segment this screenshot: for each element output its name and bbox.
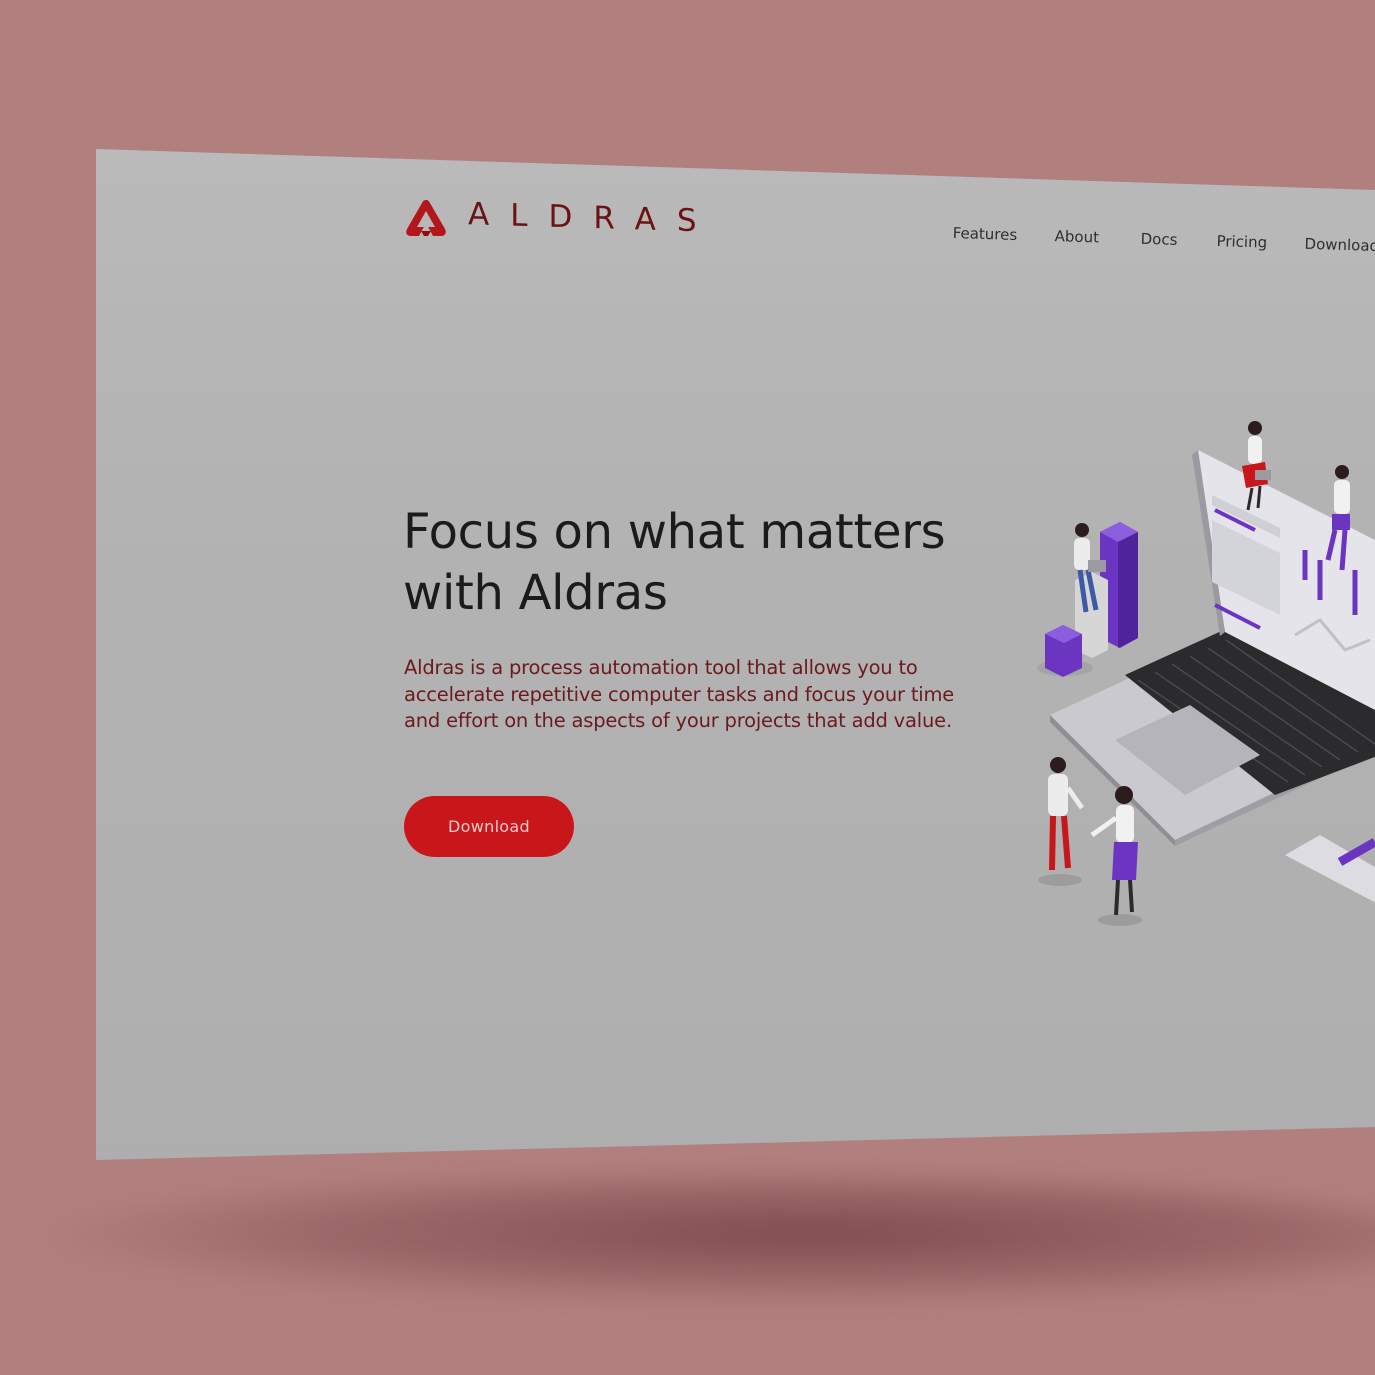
mockup-scene: ALDRAS Features About Docs Pricing Downl… xyxy=(0,0,1375,1375)
brand-name: ALDRAS xyxy=(468,196,718,240)
isometric-laptop-team-illustration xyxy=(1020,410,1375,940)
nav-item-about[interactable]: About xyxy=(1054,227,1099,246)
brand-logo[interactable]: ALDRAS xyxy=(404,196,718,240)
hero-description: Aldras is a process automation tool that… xyxy=(404,656,955,732)
screen-shadow xyxy=(40,1175,1375,1305)
hero-title: Focus on what matters with Aldras xyxy=(403,504,946,621)
top-navigation: Features About Docs Pricing Download xyxy=(952,224,1375,267)
nav-item-docs[interactable]: Docs xyxy=(1140,230,1177,249)
nav-item-download[interactable]: Download xyxy=(1304,235,1375,255)
nav-item-pricing[interactable]: Pricing xyxy=(1216,232,1267,252)
aldras-logo-icon xyxy=(404,198,448,238)
download-button[interactable]: Download xyxy=(404,796,574,857)
nav-item-features[interactable]: Features xyxy=(952,224,1017,244)
website-screen: ALDRAS Features About Docs Pricing Downl… xyxy=(96,149,1375,1160)
